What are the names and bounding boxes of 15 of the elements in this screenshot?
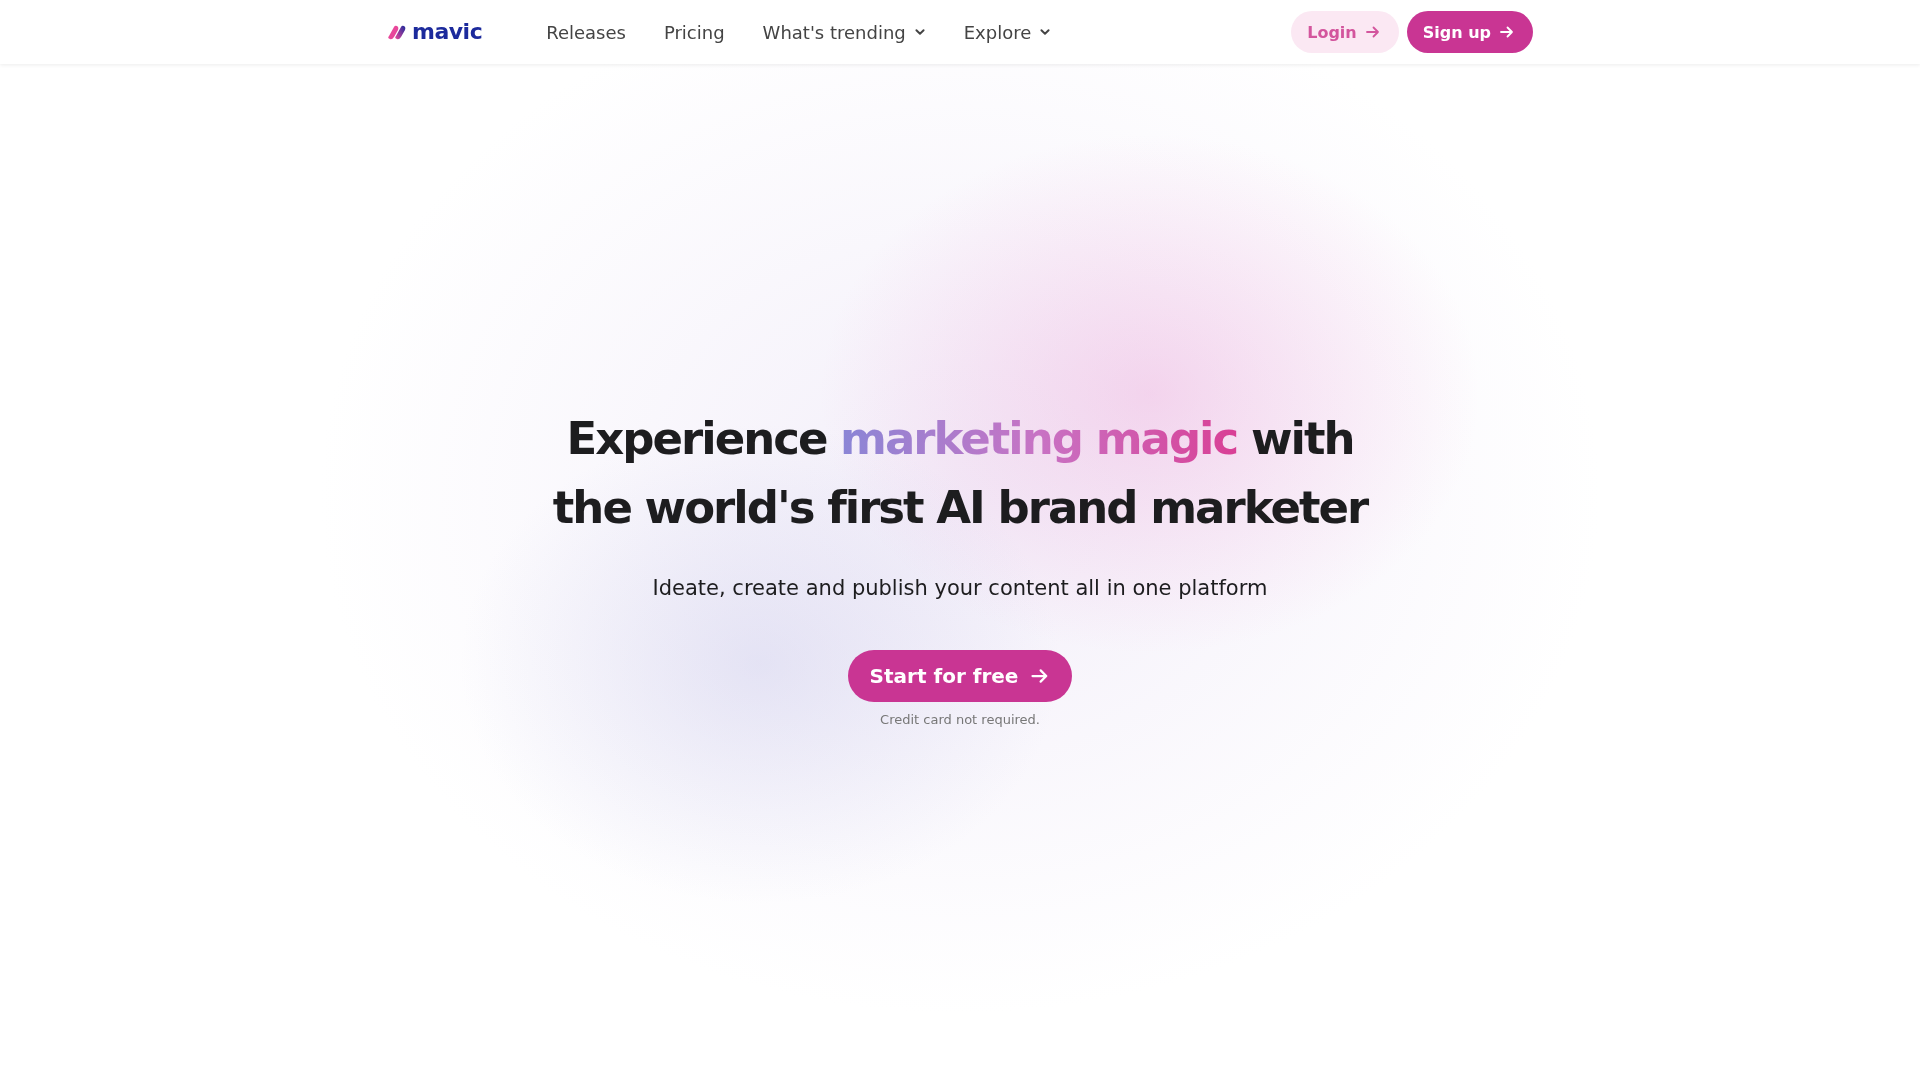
arrow-icon — [1364, 24, 1381, 40]
logo-text: mavic — [412, 21, 483, 43]
subtitle: Ideate, create and publish your content all in one platform — [652, 576, 1268, 600]
note-text: Credit card not required. — [880, 712, 1040, 727]
logo[interactable]: mavic — [387, 21, 483, 43]
arrow-icon — [1499, 24, 1515, 40]
start-button[interactable]: Start for free — [847, 650, 1073, 702]
nav-link[interactable]: Pricing — [663, 21, 725, 43]
nav-link[interactable]: Releases — [546, 21, 626, 43]
caret-icon — [913, 26, 926, 38]
headline: Experience marketing magic with the world's first AI brand marketer — [551, 411, 1369, 536]
sign-up-button[interactable]: Sign up — [1406, 11, 1533, 53]
nav-menu[interactable]: What's trending — [762, 21, 926, 43]
nav-menu[interactable]: Explore — [963, 21, 1052, 43]
caret-icon — [1039, 26, 1052, 38]
